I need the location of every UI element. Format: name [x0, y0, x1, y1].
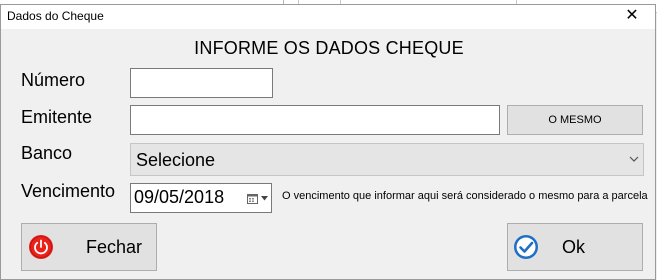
fechar-button[interactable]: Fechar [21, 223, 157, 271]
dados-cheque-dialog: Dados do Cheque ✕ INFORME OS DADOS CHEQU… [0, 4, 656, 280]
emitente-input[interactable] [130, 105, 500, 135]
title-bar: Dados do Cheque ✕ [1, 5, 655, 29]
numero-input[interactable] [130, 68, 273, 98]
banco-label: Banco [21, 143, 73, 163]
check-circle-icon [514, 235, 538, 259]
vencimento-value: 09/05/2018 [134, 187, 225, 207]
banco-select[interactable]: Selecione [130, 143, 644, 176]
numero-label: Número [21, 70, 86, 90]
close-icon[interactable]: ✕ [609, 5, 655, 29]
chevron-down-icon [629, 156, 639, 162]
ok-label: Ok [562, 237, 586, 257]
vencimento-date-picker[interactable]: 09/05/2018 [130, 183, 272, 213]
emitente-label: Emitente [21, 107, 93, 127]
ok-button[interactable]: Ok [507, 223, 643, 271]
vencimento-label: Vencimento [21, 181, 116, 201]
calendar-icon[interactable] [247, 193, 258, 204]
window-title: Dados do Cheque [7, 9, 104, 23]
o-mesmo-button[interactable]: O MESMO [507, 105, 643, 135]
power-icon [29, 235, 53, 259]
date-dropdown-icon[interactable] [261, 196, 268, 201]
banco-selected-value: Selecione [136, 150, 216, 170]
vencimento-hint: O vencimento que informar aqui será cons… [282, 190, 648, 202]
fechar-label: Fechar [86, 237, 143, 257]
form-heading: INFORME OS DADOS CHEQUE [194, 38, 464, 58]
